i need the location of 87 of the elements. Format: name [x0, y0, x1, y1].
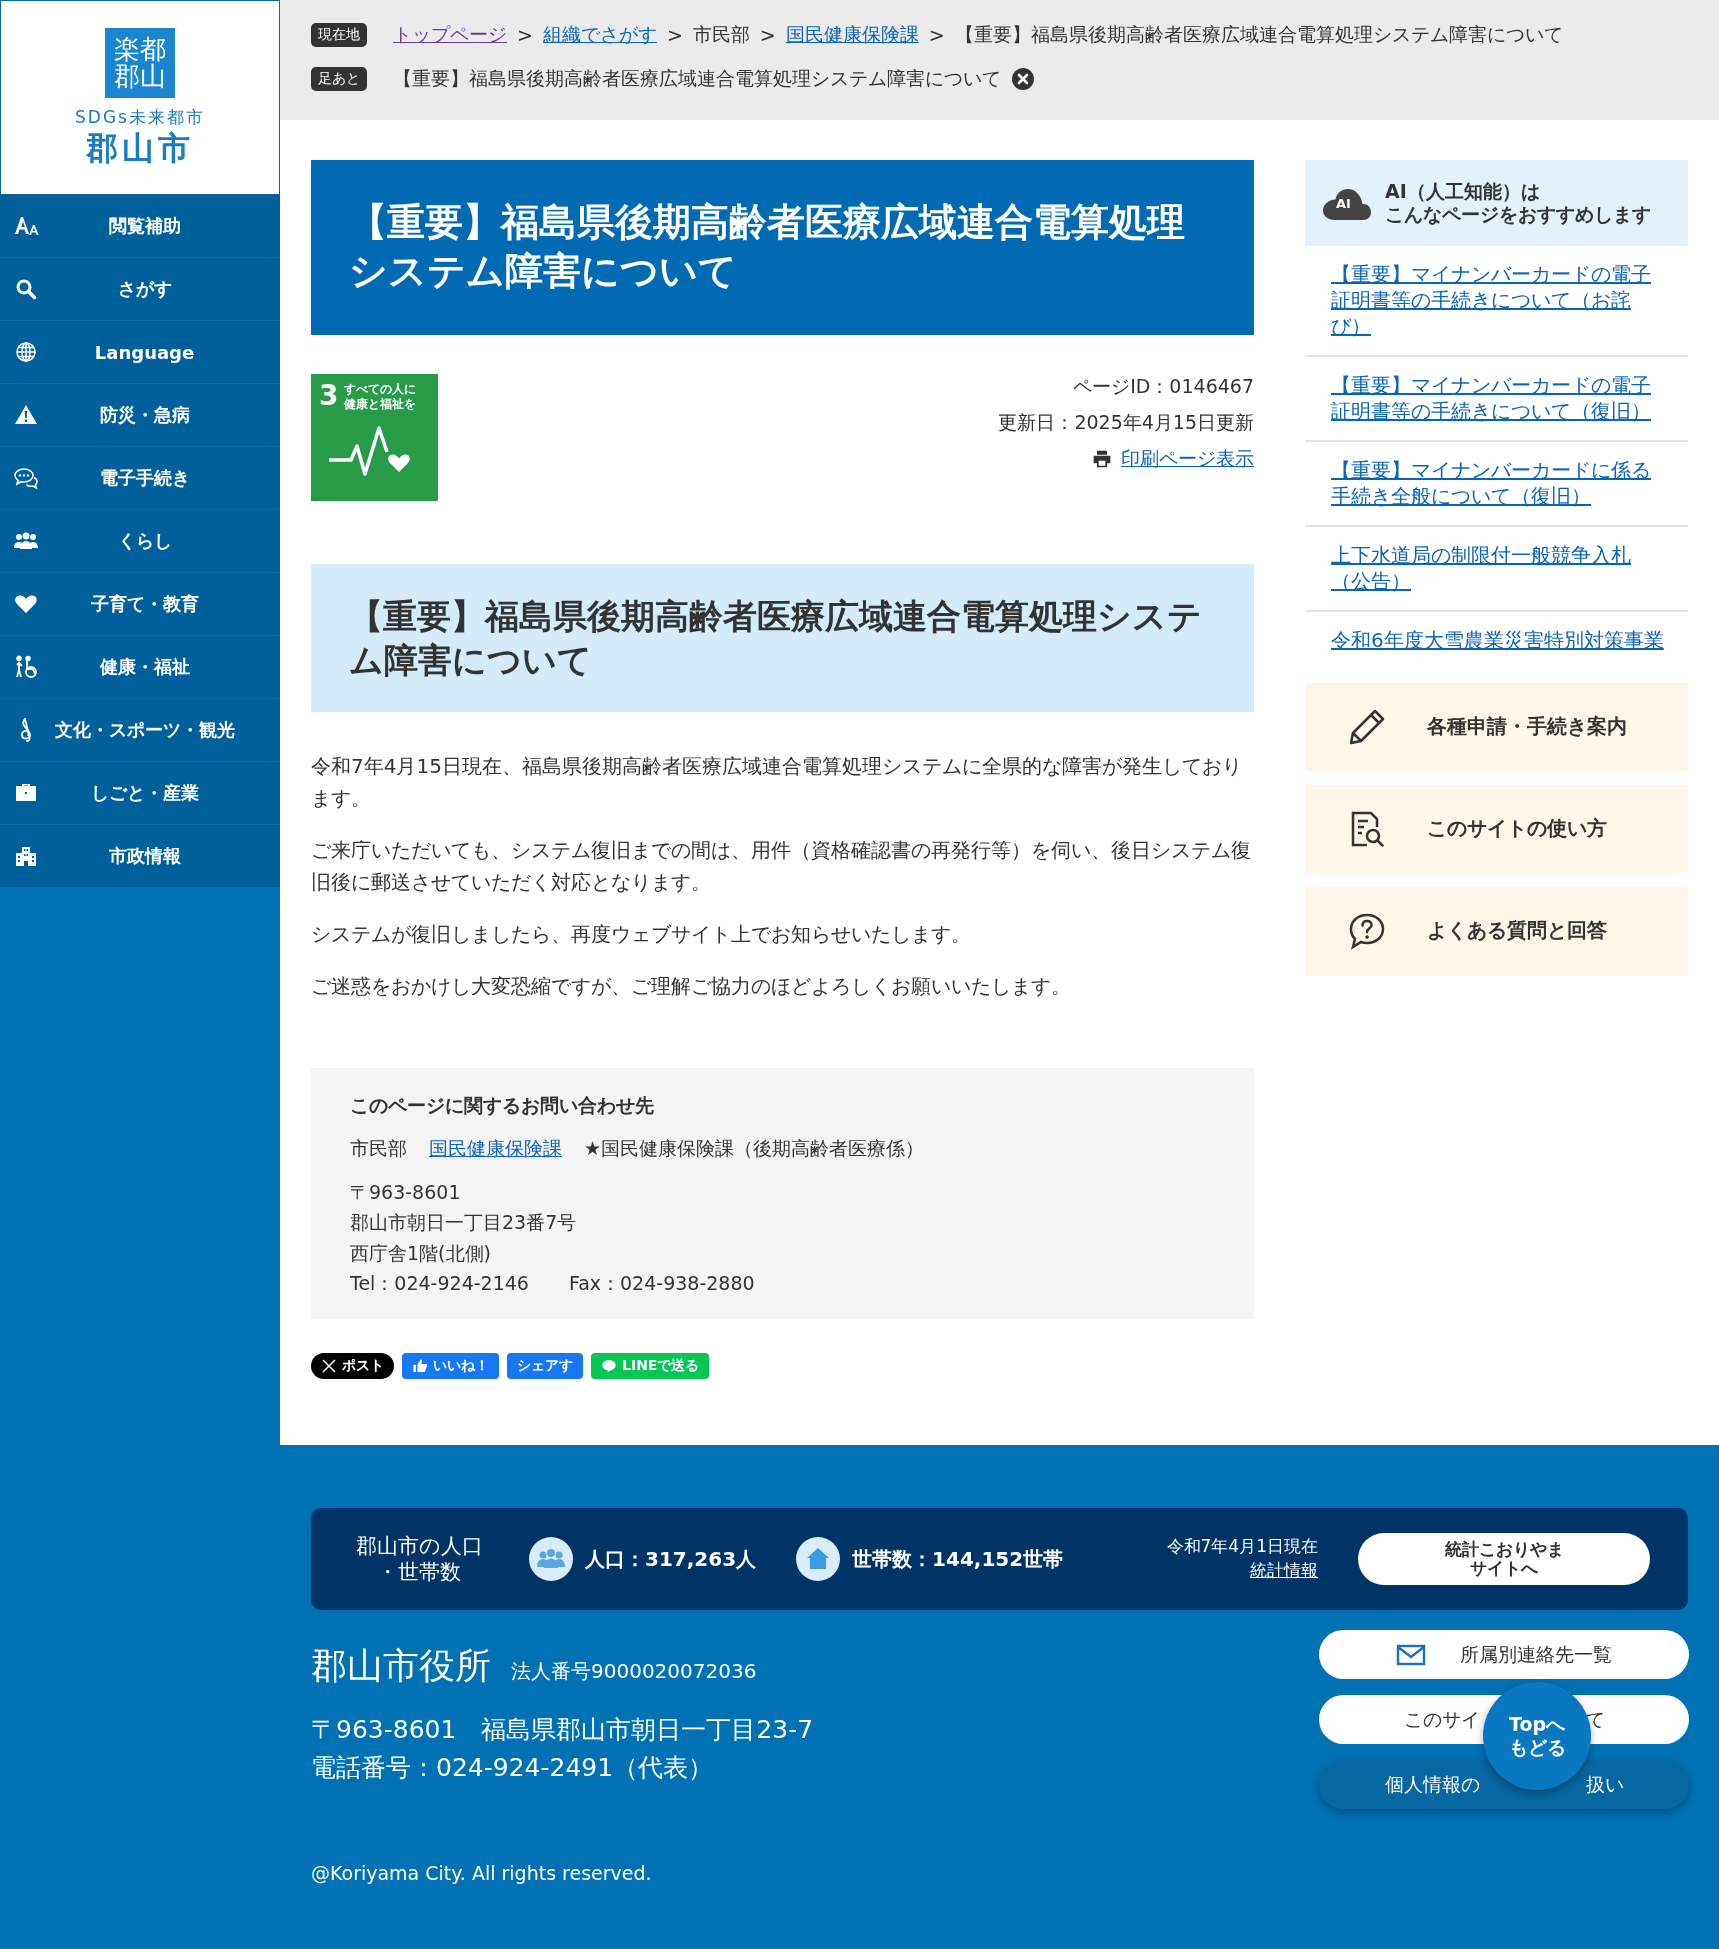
statistics-site-button[interactable]: 統計こおりやま サイトへ [1358, 1533, 1650, 1585]
sidebar-menu-item[interactable]: くらし [0, 510, 280, 573]
close-icon[interactable] [1011, 67, 1035, 91]
body-paragraph: ご迷惑をおかけし大変恐縮ですが、ご理解ご協力のほどよろしくお願いいたします。 [311, 973, 1072, 1001]
text-size-icon [13, 214, 39, 238]
contact-heading: このページに関するお問い合わせ先 [350, 1093, 655, 1119]
people-icon [529, 1537, 573, 1581]
breadcrumb-separator: > [759, 24, 776, 46]
contact-fax: Fax：024-938-2880 [568, 1271, 755, 1297]
sidebar-menu-item[interactable]: 文化・スポーツ・観光 [0, 699, 280, 762]
copyright: @Koriyama City. All rights reserved. [311, 1862, 653, 1884]
logo-tagline: SDGs未来都市 [75, 106, 205, 130]
x-logo-icon [321, 1357, 337, 1374]
breadcrumb-text: 市民部 [692, 22, 750, 47]
breadcrumb-separator: > [517, 24, 533, 46]
speech-bubble-icon [601, 1357, 617, 1374]
house-icon [796, 1537, 841, 1581]
sidebar-menu-item[interactable]: 電子手続き [0, 447, 280, 510]
breadcrumb-separator: > [666, 24, 683, 46]
contact-tel: Tel：024-924-2146 [350, 1271, 529, 1297]
population-figure: 世帯数：144,152世帯 [852, 1545, 1064, 1573]
mail-icon [1396, 1643, 1426, 1666]
quick-link-button[interactable]: よくある質問と回答 [1305, 886, 1688, 975]
location-badge: 現在地 [311, 23, 367, 47]
logo-city-name: 郡山市 [86, 131, 194, 167]
footer-link-button[interactable]: 所属別連絡先一覧 [1319, 1630, 1689, 1679]
recommended-page-link[interactable]: 上下水道局の制限付一般競争入札（公告） [1305, 526, 1688, 612]
history-badge: 足あと [311, 67, 367, 91]
sidebar-menu-item[interactable]: 防災・急病 [0, 384, 280, 447]
sidebar-menu-item[interactable]: 健康・福祉 [0, 636, 280, 699]
quick-link-button[interactable]: 各種申請・手続き案内 [1305, 682, 1688, 771]
heart-icon [13, 592, 39, 616]
share-button[interactable]: ポスト [311, 1352, 394, 1379]
sidebar-menu-item[interactable]: 子育て・教育 [0, 573, 280, 636]
recommended-page-link[interactable]: 【重要】マイナンバーカードに係る手続き全般について（復旧） [1305, 441, 1688, 527]
statistics-link[interactable]: 統計情報 [1250, 1559, 1318, 1583]
body-paragraph: システムが復旧しましたら、再度ウェブサイト上でお知らせいたします。 [311, 921, 972, 949]
page-title: 【重要】福島県後期高齢者医療広域連合電算処理システム障害について [311, 160, 1254, 335]
contact-section-link[interactable]: 国民健康保険課 [429, 1132, 562, 1163]
print-link[interactable]: 印刷ページ表示 [1121, 445, 1254, 472]
sidebar-menu-item[interactable]: 市政情報 [0, 825, 280, 888]
updated-date: 更新日：2025年4月15日更新 [998, 409, 1254, 435]
contact-address-line: 郡山市朝日一丁目23番7号 [350, 1210, 578, 1236]
share-button[interactable]: いいね！ [402, 1352, 499, 1379]
history-item[interactable]: 【重要】福島県後期高齢者医療広域連合電算処理システム障害について [393, 66, 1001, 92]
population-figure: 人口：317,263人 [585, 1545, 757, 1573]
warning-icon [13, 403, 39, 427]
wheelchair-icon [13, 655, 39, 679]
globe-icon [13, 340, 39, 364]
sidebar-menu-item[interactable]: Language [0, 321, 280, 384]
breadcrumb-link[interactable]: トップページ [393, 22, 507, 48]
city-hall-phone: 電話番号：024-924-2491（代表） [311, 1751, 715, 1784]
body-paragraph: ご来庁いただいても、システム復旧までの間は、用件（資格確認書の再発行等）を伺い、後日システム復旧後に郵送させていただく対応となります。 [311, 837, 1252, 897]
breadcrumb-separator: > [928, 24, 945, 46]
thumbs-up-icon [412, 1357, 428, 1374]
contact-note: ★国民健康保険課（後期高齢者医療係） [584, 1135, 925, 1161]
city-hall-name: 郡山市役所 [311, 1644, 491, 1688]
breadcrumb-link[interactable]: 組織でさがす [542, 22, 657, 48]
recommended-page-link[interactable]: 令和6年度大雪農業災害特別対策事業 [1305, 611, 1688, 669]
sdg-goal-number: 3 [319, 381, 339, 410]
logo-emblem: 楽都 郡山 [105, 28, 175, 99]
corporate-number: 法人番号9000020072036 [511, 1658, 757, 1685]
as-of-date: 令和7年4月1日現在 [1166, 1535, 1318, 1559]
contact-address-line: 西庁舎1階(北側) [350, 1240, 492, 1266]
recommended-page-link[interactable]: 【重要】マイナンバーカードの電子証明書等の手続きについて（お詫び） [1305, 245, 1688, 357]
cloud-icon-label: AI [1336, 196, 1351, 210]
sidebar-menu-item[interactable]: しごと・産業 [0, 762, 280, 825]
sidebar-menu-item[interactable]: 閲覧補助 [0, 195, 280, 258]
printer-icon [1091, 448, 1113, 469]
share-button[interactable]: シェアす [507, 1352, 583, 1379]
population-title: 郡山市の人口 ・世帯数 [354, 1532, 484, 1586]
sidebar-menu-item[interactable]: さがす [0, 258, 280, 321]
city-hall-address: 〒963-8601 福島県郡山市朝日一丁目23-7 [311, 1714, 814, 1746]
quick-link-button[interactable]: このサイトの使い方 [1305, 784, 1688, 873]
body-paragraph: 令和7年4月15日現在、福島県後期高齢者医療広域連合電算処理システムに全県的な障害が発生しております。 [311, 753, 1243, 813]
logo-panel[interactable]: 楽都 郡山 SDGs未来都市 郡山市 [0, 0, 280, 195]
breadcrumb-link[interactable]: 国民健康保険課 [785, 22, 919, 48]
breadcrumb-text: 【重要】福島県後期高齢者医療広域連合電算処理システム障害について [954, 22, 1563, 47]
building-icon [13, 844, 39, 868]
chat-icon [13, 466, 39, 490]
contact-address-line: 〒963-8601 [350, 1179, 462, 1205]
page-id: ページID：0146467 [1073, 373, 1254, 399]
sdg-goal-caption: すべての人に 健康と福祉を [344, 381, 417, 412]
contact-department: 市民部 [350, 1135, 407, 1161]
section-heading: 【重要】福島県後期高齢者医療広域連合電算処理システム障害について [311, 563, 1254, 713]
recommended-page-link[interactable]: 【重要】マイナンバーカードの電子証明書等の手続きについて（復旧） [1305, 356, 1688, 442]
recommendation-title: AI（人工知能）は こんなページをおすすめします [1385, 180, 1651, 226]
